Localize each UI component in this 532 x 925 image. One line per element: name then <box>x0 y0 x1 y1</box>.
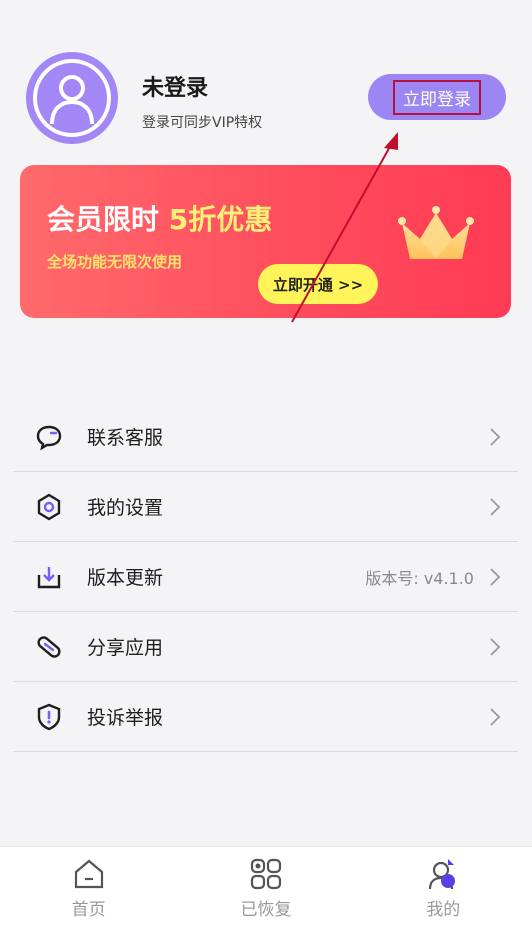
banner-title-highlight: 5折优惠 <box>168 203 273 236</box>
avatar[interactable] <box>26 52 118 144</box>
menu-item-contact-support[interactable]: 联系客服 <box>13 402 518 472</box>
banner-title-prefix: 会员限时 <box>47 203 160 236</box>
download-icon <box>35 563 63 591</box>
user-name: 未登录 <box>142 76 209 101</box>
chat-bubble-icon <box>35 423 63 451</box>
menu-item-share-app[interactable]: 分享应用 <box>13 612 518 682</box>
nav-item-restored[interactable]: 已恢复 <box>177 847 354 925</box>
menu-item-my-settings[interactable]: 我的设置 <box>13 472 518 542</box>
nav-item-home[interactable]: 首页 <box>0 847 177 925</box>
crown-icon <box>398 206 474 259</box>
banner-subtitle: 全场功能无限次使用 <box>47 253 183 271</box>
login-button-label: 立即登录 <box>393 79 481 115</box>
login-button[interactable]: 立即登录 <box>368 74 506 120</box>
nav-label: 已恢复 <box>240 900 292 920</box>
hexagon-settings-icon <box>35 493 63 521</box>
user-icon <box>50 75 94 125</box>
settings-menu: 联系客服 我的设置 版本更新 版本号: v4.1.0 分享应用 投诉举报 <box>13 402 518 752</box>
nav-item-mine[interactable]: 我的 <box>355 847 532 925</box>
profile-icon <box>429 859 456 890</box>
menu-item-report[interactable]: 投诉举报 <box>13 682 518 752</box>
menu-item-label: 分享应用 <box>87 637 164 659</box>
shield-alert-icon <box>35 703 63 731</box>
menu-item-label: 联系客服 <box>87 427 164 449</box>
chevron-right-icon <box>490 427 501 446</box>
open-vip-button[interactable]: 立即开通 >> <box>258 264 378 304</box>
menu-item-label: 我的设置 <box>87 497 164 519</box>
chevron-right-icon <box>490 707 501 726</box>
chevron-right-icon <box>490 567 501 586</box>
grid-icon <box>250 858 282 890</box>
nav-label: 首页 <box>71 900 106 920</box>
home-icon <box>74 859 103 889</box>
version-number: 版本号: v4.1.0 <box>365 568 474 588</box>
vip-promo-banner[interactable]: 会员限时 5折优惠 全场功能无限次使用 立即开通 >> <box>20 165 511 318</box>
banner-title: 会员限时 5折优惠 <box>47 198 272 238</box>
bottom-navigation: 首页 已恢复 我的 <box>0 846 532 925</box>
nav-label: 我的 <box>426 900 461 920</box>
link-share-icon <box>35 633 63 661</box>
chevron-right-icon <box>490 637 501 656</box>
profile-header: 未登录 登录可同步VIP特权 立即登录 <box>0 0 532 160</box>
chevron-right-icon <box>490 497 501 516</box>
menu-item-version-update[interactable]: 版本更新 版本号: v4.1.0 <box>13 542 518 612</box>
user-subtitle: 登录可同步VIP特权 <box>142 115 263 131</box>
avatar-frame <box>33 59 111 137</box>
menu-item-label: 投诉举报 <box>87 707 164 729</box>
menu-item-label: 版本更新 <box>87 567 164 589</box>
